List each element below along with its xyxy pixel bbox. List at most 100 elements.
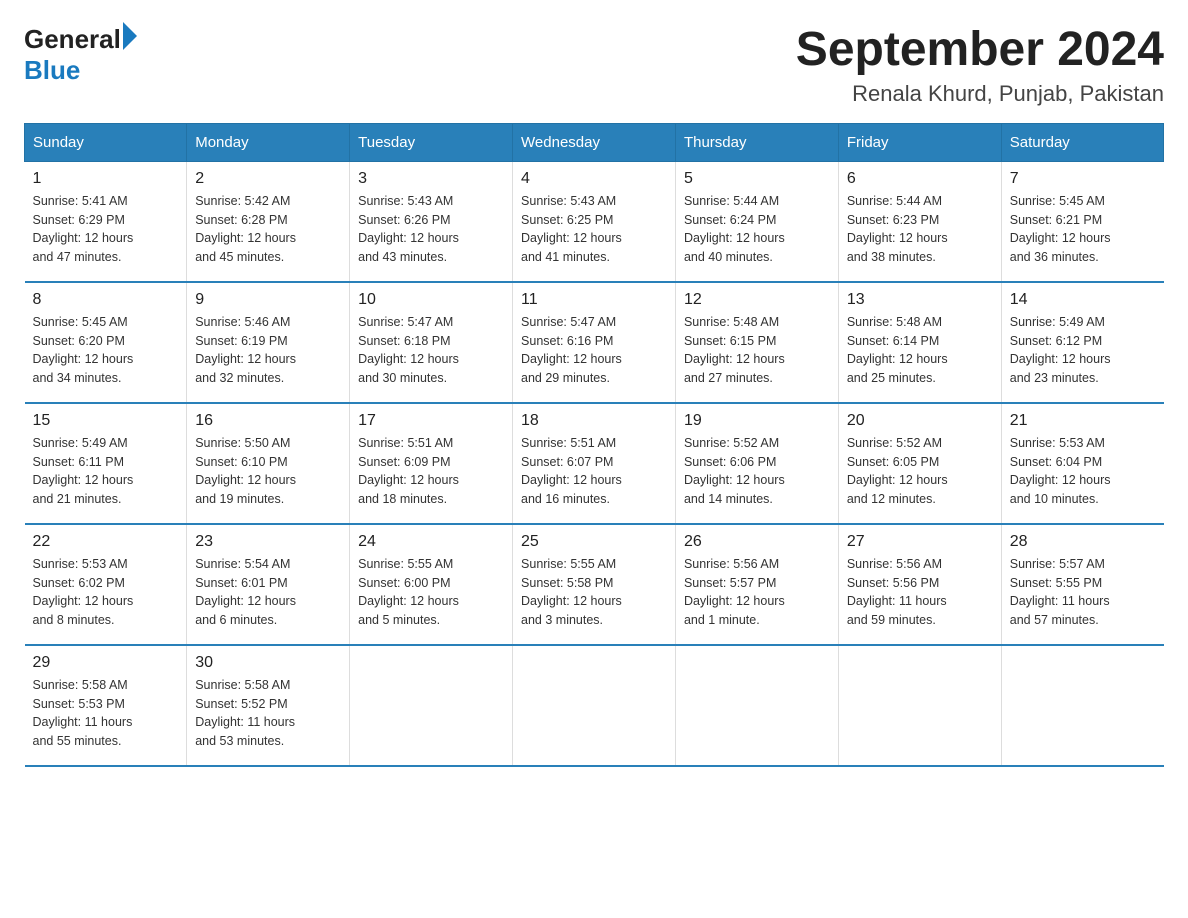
day-number: 1 (33, 170, 179, 188)
day-info: Sunrise: 5:49 AM Sunset: 6:12 PM Dayligh… (1010, 313, 1156, 388)
day-info: Sunrise: 5:54 AM Sunset: 6:01 PM Dayligh… (195, 555, 341, 630)
calendar-subtitle: Renala Khurd, Punjab, Pakistan (796, 81, 1164, 107)
day-cell: 17 Sunrise: 5:51 AM Sunset: 6:09 PM Dayli… (350, 403, 513, 524)
day-number: 26 (684, 533, 830, 551)
day-number: 25 (521, 533, 667, 551)
day-cell: 3 Sunrise: 5:43 AM Sunset: 6:26 PM Daylig… (350, 161, 513, 282)
day-number: 20 (847, 412, 993, 430)
day-info: Sunrise: 5:50 AM Sunset: 6:10 PM Dayligh… (195, 434, 341, 509)
day-number: 11 (521, 291, 667, 309)
day-cell: 4 Sunrise: 5:43 AM Sunset: 6:25 PM Daylig… (513, 161, 676, 282)
header-row: SundayMondayTuesdayWednesdayThursdayFrid… (25, 123, 1164, 161)
day-info: Sunrise: 5:57 AM Sunset: 5:55 PM Dayligh… (1010, 555, 1156, 630)
day-number: 10 (358, 291, 504, 309)
day-info: Sunrise: 5:52 AM Sunset: 6:05 PM Dayligh… (847, 434, 993, 509)
day-cell: 24Sunrise: 5:55 AM Sunset: 6:00 PM Dayli… (350, 524, 513, 645)
col-header-sunday: Sunday (25, 123, 187, 161)
col-header-monday: Monday (187, 123, 350, 161)
col-header-wednesday: Wednesday (513, 123, 676, 161)
day-info: Sunrise: 5:47 AM Sunset: 6:16 PM Dayligh… (521, 313, 667, 388)
day-number: 8 (33, 291, 179, 309)
day-number: 15 (33, 412, 179, 430)
day-info: Sunrise: 5:51 AM Sunset: 6:09 PM Dayligh… (358, 434, 504, 509)
day-number: 29 (33, 654, 179, 672)
calendar-header: SundayMondayTuesdayWednesdayThursdayFrid… (25, 123, 1164, 161)
day-info: Sunrise: 5:48 AM Sunset: 6:15 PM Dayligh… (684, 313, 830, 388)
day-info: Sunrise: 5:53 AM Sunset: 6:04 PM Dayligh… (1010, 434, 1156, 509)
day-info: Sunrise: 5:45 AM Sunset: 6:20 PM Dayligh… (33, 313, 179, 388)
logo-blue: Blue (24, 55, 137, 86)
day-number: 21 (1010, 412, 1156, 430)
day-cell: 12Sunrise: 5:48 AM Sunset: 6:15 PM Dayli… (675, 282, 838, 403)
logo: General Blue (24, 24, 137, 86)
logo-triangle-icon (123, 22, 137, 50)
day-cell: 13Sunrise: 5:48 AM Sunset: 6:14 PM Dayli… (838, 282, 1001, 403)
day-number: 30 (195, 654, 341, 672)
col-header-friday: Friday (838, 123, 1001, 161)
day-info: Sunrise: 5:41 AM Sunset: 6:29 PM Dayligh… (33, 192, 179, 267)
day-cell (350, 645, 513, 766)
day-cell: 28 Sunrise: 5:57 AM Sunset: 5:55 PM Dayli… (1001, 524, 1163, 645)
day-cell (513, 645, 676, 766)
day-number: 14 (1010, 291, 1156, 309)
day-number: 16 (195, 412, 341, 430)
day-number: 22 (33, 533, 179, 551)
week-row-1: 1 Sunrise: 5:41 AM Sunset: 6:29 PM Daylig… (25, 161, 1164, 282)
day-cell: 22 Sunrise: 5:53 AM Sunset: 6:02 PM Dayli… (25, 524, 187, 645)
day-info: Sunrise: 5:56 AM Sunset: 5:57 PM Dayligh… (684, 555, 830, 630)
day-cell (675, 645, 838, 766)
day-number: 3 (358, 170, 504, 188)
day-info: Sunrise: 5:44 AM Sunset: 6:23 PM Dayligh… (847, 192, 993, 267)
day-cell: 9Sunrise: 5:46 AM Sunset: 6:19 PM Daylig… (187, 282, 350, 403)
day-cell: 25 Sunrise: 5:55 AM Sunset: 5:58 PM Dayli… (513, 524, 676, 645)
col-header-saturday: Saturday (1001, 123, 1163, 161)
day-cell (1001, 645, 1163, 766)
day-cell: 10 Sunrise: 5:47 AM Sunset: 6:18 PM Dayli… (350, 282, 513, 403)
title-block: September 2024 Renala Khurd, Punjab, Pak… (796, 24, 1164, 107)
day-cell: 2Sunrise: 5:42 AM Sunset: 6:28 PM Daylig… (187, 161, 350, 282)
day-info: Sunrise: 5:45 AM Sunset: 6:21 PM Dayligh… (1010, 192, 1156, 267)
day-number: 4 (521, 170, 667, 188)
day-info: Sunrise: 5:46 AM Sunset: 6:19 PM Dayligh… (195, 313, 341, 388)
day-cell: 21 Sunrise: 5:53 AM Sunset: 6:04 PM Dayli… (1001, 403, 1163, 524)
col-header-tuesday: Tuesday (350, 123, 513, 161)
day-info: Sunrise: 5:58 AM Sunset: 5:53 PM Dayligh… (33, 676, 179, 751)
day-number: 13 (847, 291, 993, 309)
day-number: 17 (358, 412, 504, 430)
day-number: 6 (847, 170, 993, 188)
day-cell: 29 Sunrise: 5:58 AM Sunset: 5:53 PM Dayli… (25, 645, 187, 766)
day-info: Sunrise: 5:55 AM Sunset: 5:58 PM Dayligh… (521, 555, 667, 630)
day-number: 18 (521, 412, 667, 430)
day-info: Sunrise: 5:43 AM Sunset: 6:25 PM Dayligh… (521, 192, 667, 267)
week-row-5: 29 Sunrise: 5:58 AM Sunset: 5:53 PM Dayli… (25, 645, 1164, 766)
day-info: Sunrise: 5:52 AM Sunset: 6:06 PM Dayligh… (684, 434, 830, 509)
day-info: Sunrise: 5:43 AM Sunset: 6:26 PM Dayligh… (358, 192, 504, 267)
day-info: Sunrise: 5:58 AM Sunset: 5:52 PM Dayligh… (195, 676, 341, 751)
day-number: 5 (684, 170, 830, 188)
day-cell: 27Sunrise: 5:56 AM Sunset: 5:56 PM Dayli… (838, 524, 1001, 645)
day-number: 24 (358, 533, 504, 551)
day-cell: 7Sunrise: 5:45 AM Sunset: 6:21 PM Daylig… (1001, 161, 1163, 282)
day-cell: 14 Sunrise: 5:49 AM Sunset: 6:12 PM Dayli… (1001, 282, 1163, 403)
day-info: Sunrise: 5:53 AM Sunset: 6:02 PM Dayligh… (33, 555, 179, 630)
day-number: 28 (1010, 533, 1156, 551)
logo-general: General (24, 24, 121, 55)
day-info: Sunrise: 5:56 AM Sunset: 5:56 PM Dayligh… (847, 555, 993, 630)
day-cell: 20 Sunrise: 5:52 AM Sunset: 6:05 PM Dayli… (838, 403, 1001, 524)
week-row-2: 8 Sunrise: 5:45 AM Sunset: 6:20 PM Daylig… (25, 282, 1164, 403)
calendar-title: September 2024 (796, 24, 1164, 77)
day-info: Sunrise: 5:51 AM Sunset: 6:07 PM Dayligh… (521, 434, 667, 509)
day-cell: 18 Sunrise: 5:51 AM Sunset: 6:07 PM Dayli… (513, 403, 676, 524)
week-row-4: 22 Sunrise: 5:53 AM Sunset: 6:02 PM Dayli… (25, 524, 1164, 645)
day-cell: 6 Sunrise: 5:44 AM Sunset: 6:23 PM Daylig… (838, 161, 1001, 282)
day-cell: 1 Sunrise: 5:41 AM Sunset: 6:29 PM Daylig… (25, 161, 187, 282)
day-cell (838, 645, 1001, 766)
day-cell: 8 Sunrise: 5:45 AM Sunset: 6:20 PM Daylig… (25, 282, 187, 403)
day-cell: 19Sunrise: 5:52 AM Sunset: 6:06 PM Dayli… (675, 403, 838, 524)
day-cell: 16 Sunrise: 5:50 AM Sunset: 6:10 PM Dayli… (187, 403, 350, 524)
week-row-3: 15 Sunrise: 5:49 AM Sunset: 6:11 PM Dayli… (25, 403, 1164, 524)
day-info: Sunrise: 5:49 AM Sunset: 6:11 PM Dayligh… (33, 434, 179, 509)
day-info: Sunrise: 5:47 AM Sunset: 6:18 PM Dayligh… (358, 313, 504, 388)
day-cell: 23Sunrise: 5:54 AM Sunset: 6:01 PM Dayli… (187, 524, 350, 645)
day-info: Sunrise: 5:42 AM Sunset: 6:28 PM Dayligh… (195, 192, 341, 267)
